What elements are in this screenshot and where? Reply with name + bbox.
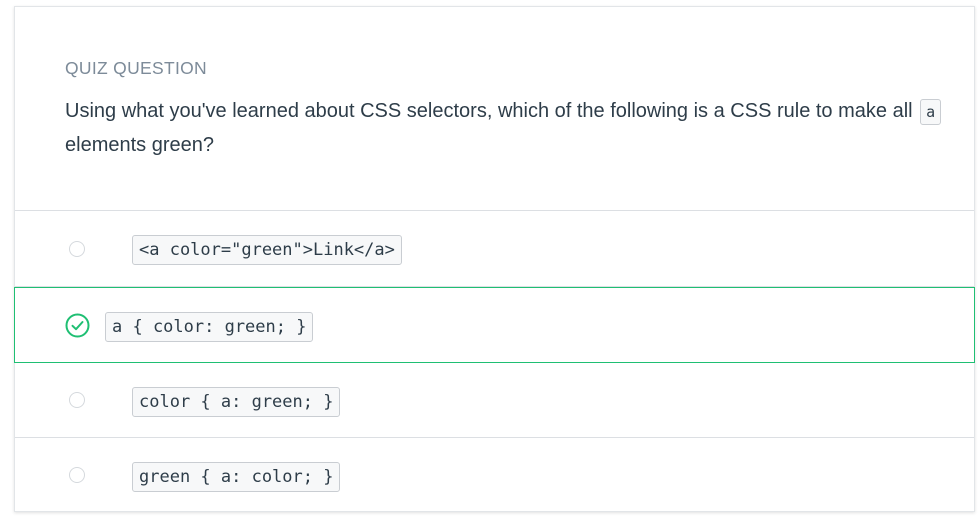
check-circle-icon[interactable]	[65, 313, 90, 338]
answer-code: green { a: color; }	[132, 462, 341, 492]
question-text-after: elements green?	[65, 134, 214, 156]
answer-option-1[interactable]: <a color="green">Link</a>	[15, 211, 974, 287]
quiz-question: Using what you've learned about CSS sele…	[65, 94, 945, 162]
answer-code: color { a: green; }	[132, 387, 341, 417]
radio-circle-icon[interactable]	[69, 241, 85, 257]
answer-option-2[interactable]: a { color: green; }	[14, 287, 975, 363]
radio-circle-icon[interactable]	[69, 392, 85, 408]
quiz-card: QUIZ QUESTION Using what you've learned …	[14, 6, 975, 512]
quiz-header: QUIZ QUESTION Using what you've learned …	[15, 7, 974, 211]
question-text-before: Using what you've learned about CSS sele…	[65, 100, 913, 122]
answer-code: <a color="green">Link</a>	[132, 235, 402, 265]
question-inline-code: a	[920, 98, 942, 125]
answer-option-3[interactable]: color { a: green; }	[15, 363, 974, 438]
radio-circle-icon[interactable]	[69, 467, 85, 483]
answer-option-4[interactable]: green { a: color; }	[15, 438, 974, 513]
answer-code: a { color: green; }	[105, 312, 314, 342]
quiz-eyebrow: QUIZ QUESTION	[65, 58, 207, 78]
